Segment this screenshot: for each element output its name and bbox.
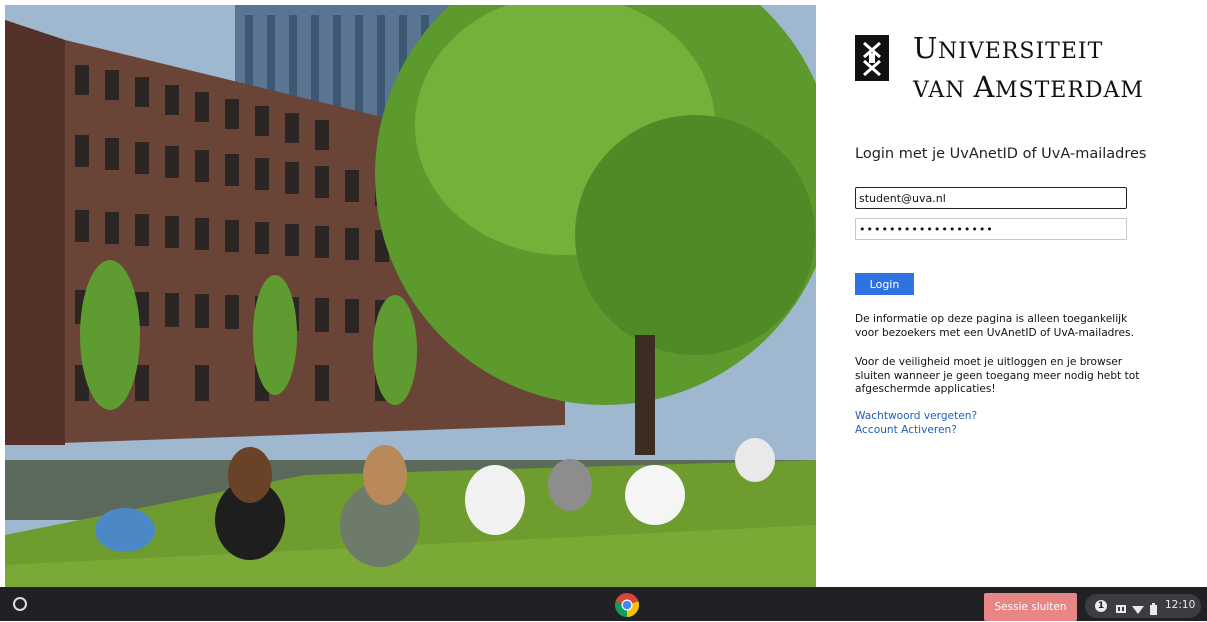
network-icon xyxy=(1115,600,1127,619)
battery-icon xyxy=(1150,600,1157,619)
uva-emblem-icon xyxy=(855,35,889,81)
clock: 12:10 xyxy=(1165,599,1196,611)
uva-logo: UNIVERSITEIT VAN AMSTERDAM xyxy=(855,31,1155,105)
email-input[interactable] xyxy=(855,187,1127,209)
login-button[interactable]: Login xyxy=(855,273,914,295)
wifi-icon xyxy=(1132,600,1144,619)
end-session-button[interactable]: Sessie sluiten xyxy=(984,593,1077,621)
login-heading: Login met je UvAnetID of UvA-mailadres xyxy=(855,146,1147,162)
security-info: Voor de veiligheid moet je uitloggen en … xyxy=(855,356,1140,395)
launcher-icon[interactable] xyxy=(13,597,27,611)
login-panel: UNIVERSITEIT VAN AMSTERDAM Login met je … xyxy=(816,0,1207,587)
notification-count: 1 xyxy=(1095,600,1107,612)
forgot-password-link[interactable]: Wachtwoord vergeten? xyxy=(855,410,977,422)
status-tray[interactable]: 1 12:10 xyxy=(1085,594,1201,618)
access-info: De informatie op deze pagina is alleen t… xyxy=(855,313,1134,339)
campus-photo xyxy=(5,5,816,587)
chrome-icon[interactable] xyxy=(614,592,640,618)
university-name: UNIVERSITEIT VAN AMSTERDAM xyxy=(913,31,1144,104)
activate-account-link[interactable]: Account Activeren? xyxy=(855,424,957,436)
password-input[interactable] xyxy=(855,218,1127,240)
